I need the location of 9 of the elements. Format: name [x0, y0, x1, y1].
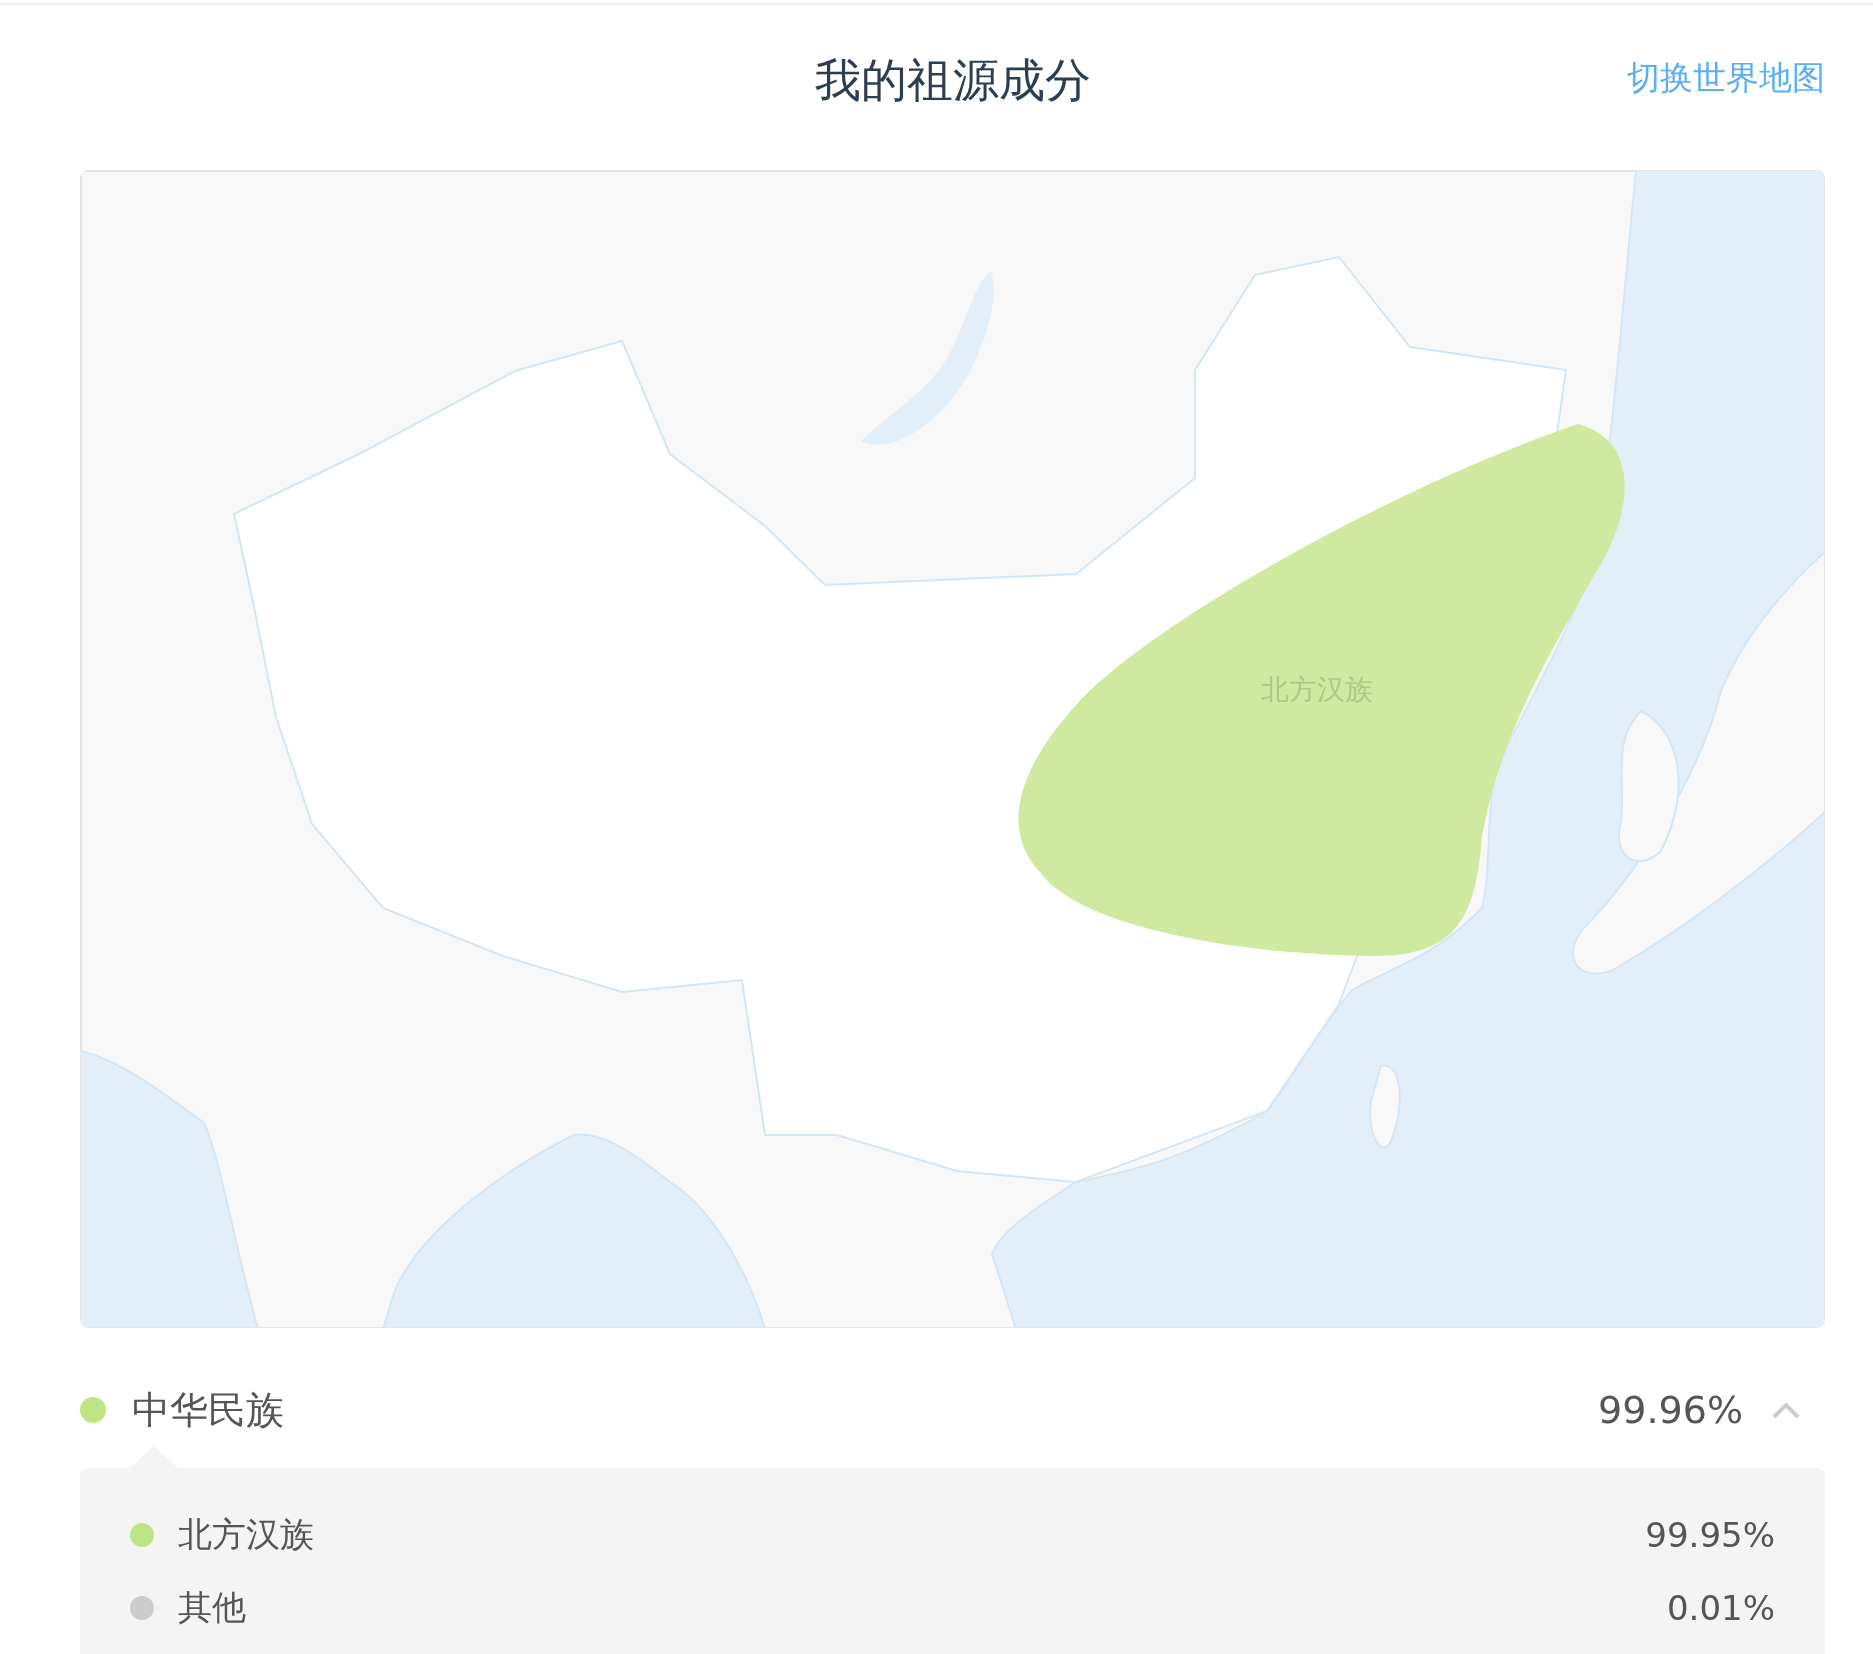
subgroup-name: 北方汉族	[178, 1512, 314, 1556]
group-percent: 99.96%	[1598, 1388, 1743, 1432]
group-name: 中华民族	[132, 1386, 284, 1434]
subgroup-name: 其他	[178, 1585, 246, 1629]
page-title: 我的祖源成分	[814, 52, 1091, 109]
switch-map-link[interactable]: 切换世界地图	[1627, 56, 1825, 101]
subgroup-percent: 0.01%	[1667, 1587, 1775, 1628]
chevron-icon[interactable]	[1771, 1400, 1801, 1420]
subgroup-percent: 99.95%	[1645, 1514, 1775, 1555]
